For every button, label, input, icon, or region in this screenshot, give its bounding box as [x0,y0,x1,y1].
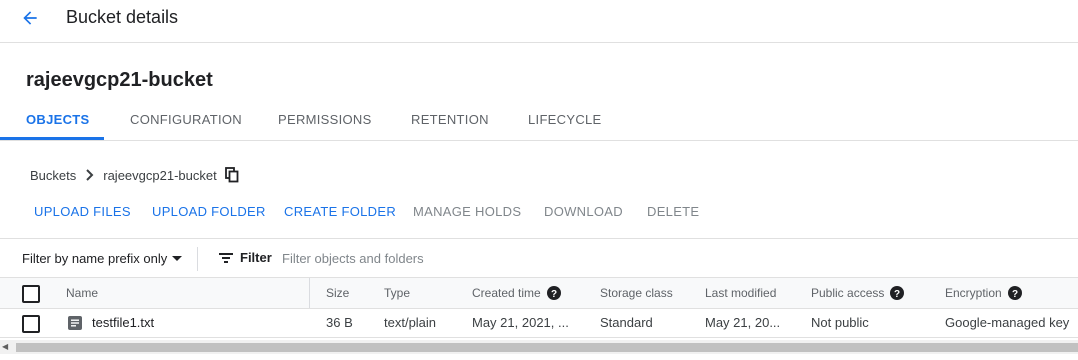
active-tab-indicator [0,137,104,140]
row-checkbox[interactable] [22,315,40,333]
scroll-left-icon[interactable]: ◀ [2,342,8,351]
cell-public-access: Not public [811,315,869,330]
upload-folder-button[interactable]: UPLOAD FOLDER [152,204,266,219]
tab-bar: OBJECTS CONFIGURATION PERMISSIONS RETENT… [0,100,1078,141]
column-storage-class[interactable]: Storage class [600,286,673,300]
tab-permissions[interactable]: PERMISSIONS [278,100,372,140]
filter-button[interactable]: Filter [218,250,272,265]
tab-lifecycle[interactable]: LIFECYCLE [528,100,602,140]
filter-bar: Filter by name prefix only Filter [0,238,1078,278]
filter-prefix-dropdown[interactable]: Filter by name prefix only [22,250,187,266]
bucket-details-page: Bucket details rajeevgcp21-bucket OBJECT… [0,0,1078,360]
tab-objects[interactable]: OBJECTS [26,100,90,140]
file-name-link[interactable]: testfile1.txt [68,315,154,330]
scrollbar-thumb[interactable] [16,343,1078,352]
filter-list-icon [219,252,233,263]
objects-table: Name Size Type Created time ? Storage cl… [0,277,1078,338]
column-type[interactable]: Type [384,286,410,300]
action-bar: UPLOAD FILES UPLOAD FOLDER CREATE FOLDER… [0,200,1078,226]
download-button[interactable]: DOWNLOAD [544,204,623,219]
breadcrumb: Buckets rajeevgcp21-bucket [30,165,239,185]
cell-storage-class: Standard [600,315,653,330]
select-all-checkbox[interactable] [22,285,40,303]
svg-text:?: ? [1012,289,1018,300]
cell-encryption: Google-managed key [945,315,1070,330]
text-file-icon [68,315,82,330]
svg-text:?: ? [894,289,900,300]
delete-button[interactable]: DELETE [647,204,699,219]
column-public-access[interactable]: Public access ? [811,286,905,300]
filter-divider [197,247,198,271]
cell-last-modified: May 21, 20... [705,315,781,330]
tab-retention[interactable]: RETENTION [411,100,489,140]
breadcrumb-buckets-link[interactable]: Buckets [30,168,76,183]
column-created-time[interactable]: Created time ? [472,286,561,300]
upload-files-button[interactable]: UPLOAD FILES [34,204,131,219]
filter-objects-input[interactable] [278,247,686,269]
cell-type: text/plain [384,315,437,330]
cell-size: 36 B [326,315,353,330]
tab-configuration[interactable]: CONFIGURATION [130,100,242,140]
dropdown-arrow-icon [172,256,183,261]
arrow-back-icon [23,11,37,25]
column-last-modified[interactable]: Last modified [705,286,776,300]
help-icon[interactable]: ? [546,286,561,300]
breadcrumb-current: rajeevgcp21-bucket [103,167,217,183]
manage-holds-button[interactable]: MANAGE HOLDS [413,204,521,219]
filter-button-label: Filter [240,250,272,265]
top-header: Bucket details [0,0,1078,43]
chevron-right-icon [85,169,95,181]
help-icon[interactable]: ? [890,286,905,300]
filter-prefix-label: Filter by name prefix only [22,250,168,266]
table-header: Name Size Type Created time ? Storage cl… [0,277,1078,309]
svg-text:?: ? [551,289,557,300]
column-resize-handle[interactable] [309,278,310,308]
file-name: testfile1.txt [92,315,155,330]
help-icon[interactable]: ? [1007,286,1022,300]
copy-icon[interactable] [224,167,239,183]
table-row: testfile1.txt 36 B text/plain May 21, 20… [0,309,1078,338]
horizontal-scrollbar[interactable]: ◀ [0,340,1078,354]
back-button[interactable] [16,4,44,32]
page-title: Bucket details [66,7,179,27]
column-encryption[interactable]: Encryption ? [945,286,1022,300]
column-name[interactable]: Name [66,286,98,300]
create-folder-button[interactable]: CREATE FOLDER [284,204,396,219]
cell-created-time: May 21, 2021, ... [472,315,569,330]
bucket-name-heading: rajeevgcp21-bucket [26,69,213,91]
column-size[interactable]: Size [326,286,349,300]
